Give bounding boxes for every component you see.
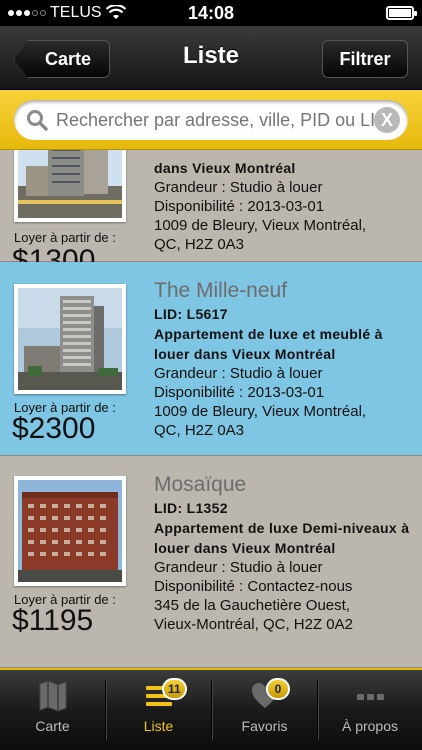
listing-description: dans Vieux Montréal bbox=[154, 160, 296, 176]
search-icon bbox=[27, 110, 48, 131]
listing-list[interactable]: Loyer à partir de : $1300 dans Vieux Mon… bbox=[0, 150, 422, 668]
listing-row-selected[interactable]: Loyer à partir de : $2300 The Mille-neuf… bbox=[0, 262, 422, 456]
tab-label: À propos bbox=[341, 718, 399, 734]
listing-address: 1009 de Bleury, Vieux Montréal, bbox=[154, 403, 367, 420]
listing-info: Mosaïque LID: L1352 Appartement de luxe … bbox=[154, 472, 416, 634]
tab-liste[interactable]: 11 Liste bbox=[106, 670, 211, 750]
listing-photo bbox=[14, 284, 126, 394]
favorites-count-badge: 0 bbox=[266, 678, 290, 700]
listing-address-line2: QC, H2Z 0A3 bbox=[154, 422, 245, 439]
listing-name: The Mille-neuf bbox=[154, 279, 288, 302]
listing-size: Grandeur : Studio à louer bbox=[154, 365, 323, 382]
listing-description: Appartement de luxe et meublé à louer da… bbox=[154, 326, 383, 362]
tab-label: Carte bbox=[35, 718, 70, 734]
listing-name: Mosaïque bbox=[154, 473, 247, 496]
tab-favoris[interactable]: 0 Favoris bbox=[212, 670, 317, 750]
listing-photo bbox=[14, 150, 126, 222]
rent-label: Loyer à partir de : bbox=[14, 230, 116, 245]
listing-lid: LID: L1352 bbox=[154, 500, 228, 516]
search-input[interactable] bbox=[56, 109, 374, 131]
more-icon bbox=[357, 694, 384, 700]
list-count-badge: 11 bbox=[162, 678, 187, 700]
listing-availability: Disponibilité : 2013-03-01 bbox=[154, 198, 325, 215]
tab-a-propos[interactable]: À propos bbox=[318, 670, 422, 750]
listing-address-line2: Vieux-Montréal, QC, H2Z 0A2 bbox=[154, 616, 353, 633]
rent-price: $1195 bbox=[12, 604, 94, 637]
clear-search-button[interactable]: X bbox=[374, 107, 400, 133]
listing-row[interactable]: Loyer à partir de : $1300 dans Vieux Mon… bbox=[0, 150, 422, 277]
listing-lid: LID: L5617 bbox=[154, 306, 228, 322]
listing-info: The Mille-neuf LID: L5617 Appartement de… bbox=[154, 278, 416, 440]
listing-address: 345 de la Gauchetière Ouest, bbox=[154, 597, 350, 614]
tab-label: Favoris bbox=[241, 718, 288, 734]
battery-icon bbox=[386, 6, 417, 20]
rent-price: $2300 bbox=[12, 412, 96, 445]
tab-label: Liste bbox=[143, 718, 174, 734]
listing-address-line2: QC, H2Z 0A3 bbox=[154, 236, 245, 253]
navigation-bar: Carte Liste Filtrer bbox=[0, 26, 422, 90]
tab-bar: Carte 11 Liste 0 Favoris À propos bbox=[0, 668, 422, 750]
status-time: 14:08 bbox=[187, 3, 235, 23]
listing-description: Appartement de luxe Demi-niveaux à louer… bbox=[154, 520, 410, 556]
listing-availability: Disponibilité : 2013-03-01 bbox=[154, 384, 325, 401]
status-bar: TELUS 14:08 bbox=[0, 0, 422, 26]
listing-photo bbox=[14, 476, 126, 586]
listing-info: dans Vieux Montréal Grandeur : Studio à … bbox=[154, 158, 416, 254]
listing-size: Grandeur : Studio à louer bbox=[154, 559, 323, 576]
search-bar: X bbox=[0, 90, 422, 150]
filter-button[interactable]: Filtrer bbox=[322, 40, 408, 78]
listing-address: 1009 de Bleury, Vieux Montréal, bbox=[154, 217, 367, 234]
listing-size: Grandeur : Studio à louer bbox=[154, 179, 323, 196]
tab-carte[interactable]: Carte bbox=[0, 670, 105, 750]
listing-availability: Disponibilité : Contactez-nous bbox=[154, 578, 353, 595]
map-icon bbox=[39, 680, 67, 712]
listing-row[interactable]: Loyer à partir de : $1195 Mosaïque LID: … bbox=[0, 456, 422, 668]
search-field[interactable]: X bbox=[14, 100, 408, 140]
